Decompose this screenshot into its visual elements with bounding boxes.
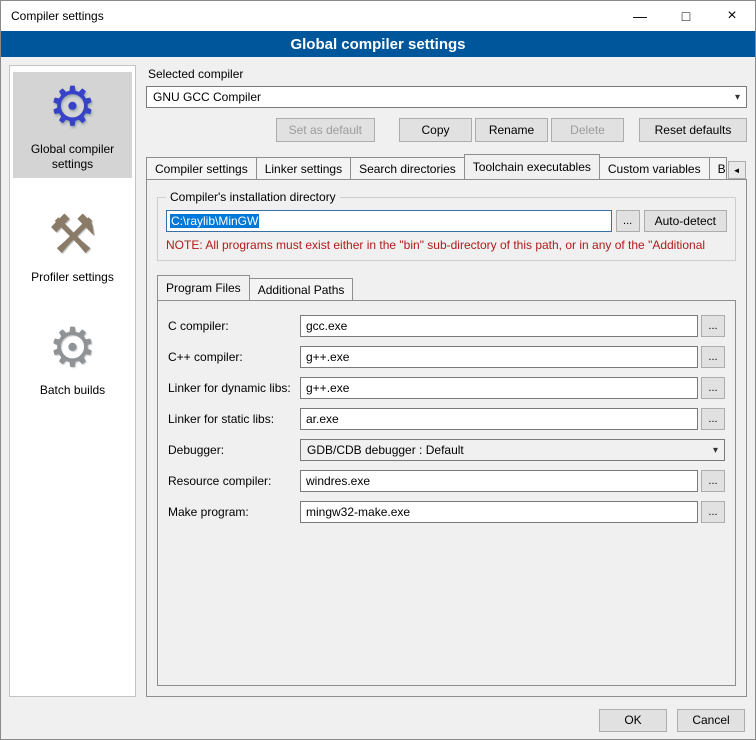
copy-button[interactable]: Copy <box>399 118 472 142</box>
selected-compiler-value: GNU GCC Compiler <box>153 90 261 104</box>
caption-buttons: — □ × <box>617 1 755 31</box>
tab-compiler-settings[interactable]: Compiler settings <box>146 157 257 179</box>
maximize-icon[interactable]: □ <box>663 1 709 31</box>
tab-linker-settings[interactable]: Linker settings <box>256 157 351 179</box>
debugger-select[interactable]: GDB/CDB debugger : Default ▾ <box>300 439 725 461</box>
cancel-button[interactable]: Cancel <box>677 709 745 732</box>
field-row-resource-compiler: Resource compiler: ... <box>168 470 725 492</box>
field-row-cpp-compiler: C++ compiler: ... <box>168 346 725 368</box>
field-row-c-compiler: C compiler: ... <box>168 315 725 337</box>
sidebar-item-label: Global compiler settings <box>15 142 130 172</box>
sidebar-item-profiler-settings[interactable]: ⚒ Profiler settings <box>13 200 132 291</box>
tab-search-directories[interactable]: Search directories <box>350 157 465 179</box>
debugger-label: Debugger: <box>168 443 300 457</box>
page-title: Global compiler settings <box>1 31 755 57</box>
debugger-value: GDB/CDB debugger : Default <box>307 443 464 457</box>
program-subtabs: Program Files Additional Paths <box>157 275 736 300</box>
installation-path-selected-text: C:\raylib\MinGW <box>170 214 259 228</box>
field-row-static-linker: Linker for static libs: ... <box>168 408 725 430</box>
make-program-label: Make program: <box>168 505 300 519</box>
sidebar-item-label: Profiler settings <box>31 270 114 285</box>
static-linker-input[interactable] <box>300 408 698 430</box>
subtab-additional-paths[interactable]: Additional Paths <box>249 278 354 300</box>
ok-button[interactable]: OK <box>599 709 667 732</box>
toolchain-executables-panel: Compiler's installation directory C:\ray… <box>146 179 747 697</box>
sidebar-item-label: Batch builds <box>40 383 105 398</box>
c-compiler-label: C compiler: <box>168 319 300 333</box>
resource-compiler-label: Resource compiler: <box>168 474 300 488</box>
static-linker-browse-button[interactable]: ... <box>701 408 725 430</box>
make-program-browse-button[interactable]: ... <box>701 501 725 523</box>
resource-compiler-browse-button[interactable]: ... <box>701 470 725 492</box>
cpp-compiler-label: C++ compiler: <box>168 350 300 364</box>
titlebar: Compiler settings — □ × <box>1 1 755 31</box>
main-area: ⚙ Global compiler settings ⚒ Profiler se… <box>1 57 755 701</box>
close-icon[interactable]: × <box>709 1 755 31</box>
rename-button[interactable]: Rename <box>475 118 548 142</box>
cpp-compiler-browse-button[interactable]: ... <box>701 346 725 368</box>
field-row-make-program: Make program: ... <box>168 501 725 523</box>
tab-custom-variables[interactable]: Custom variables <box>599 157 710 179</box>
delete-button[interactable]: Delete <box>551 118 624 142</box>
sidebar-item-global-compiler-settings[interactable]: ⚙ Global compiler settings <box>13 72 132 178</box>
sidebar-item-batch-builds[interactable]: ⚙ Batch builds <box>13 313 132 404</box>
set-as-default-button[interactable]: Set as default <box>276 118 375 142</box>
subtab-program-files[interactable]: Program Files <box>157 275 250 300</box>
tab-build-options[interactable]: Buil <box>709 157 727 179</box>
profiler-tool-icon: ⚒ <box>48 208 96 262</box>
selected-compiler-label: Selected compiler <box>148 67 747 81</box>
gear-icon: ⚙ <box>48 80 96 134</box>
browse-directory-button[interactable]: ... <box>616 210 640 232</box>
dynamic-linker-input[interactable] <box>300 377 698 399</box>
dynamic-linker-label: Linker for dynamic libs: <box>168 381 300 395</box>
c-compiler-input[interactable] <box>300 315 698 337</box>
cpp-compiler-input[interactable] <box>300 346 698 368</box>
tab-scroll-left-icon[interactable]: ◄ <box>728 161 746 179</box>
tab-scrollers: ◄ ► <box>726 161 747 179</box>
selected-compiler-select[interactable]: GNU GCC Compiler ▾ <box>146 86 747 108</box>
chevron-down-icon: ▾ <box>713 445 718 456</box>
resource-compiler-input[interactable] <box>300 470 698 492</box>
static-linker-label: Linker for static libs: <box>168 412 300 426</box>
dialog-footer: OK Cancel <box>1 701 755 739</box>
settings-tabs: Compiler settings Linker settings Search… <box>146 154 747 179</box>
field-row-debugger: Debugger: GDB/CDB debugger : Default ▾ <box>168 439 725 461</box>
reset-defaults-button[interactable]: Reset defaults <box>639 118 747 142</box>
auto-detect-button[interactable]: Auto-detect <box>644 210 727 232</box>
installation-path-input[interactable]: C:\raylib\MinGW <box>166 210 612 232</box>
program-files-panel: C compiler: ... C++ compiler: ... Linker… <box>157 300 736 686</box>
field-row-dynamic-linker: Linker for dynamic libs: ... <box>168 377 725 399</box>
installation-note: NOTE: All programs must exist either in … <box>166 238 727 252</box>
gears-icon: ⚙ <box>48 321 96 375</box>
make-program-input[interactable] <box>300 501 698 523</box>
minimize-icon[interactable]: — <box>617 1 663 31</box>
window-title: Compiler settings <box>1 9 104 23</box>
settings-sidebar: ⚙ Global compiler settings ⚒ Profiler se… <box>9 65 136 697</box>
installation-directory-legend: Compiler's installation directory <box>166 190 340 204</box>
chevron-down-icon: ▾ <box>735 92 740 103</box>
compiler-settings-dialog: Compiler settings — □ × Global compiler … <box>0 0 756 740</box>
c-compiler-browse-button[interactable]: ... <box>701 315 725 337</box>
content-column: Selected compiler GNU GCC Compiler ▾ Set… <box>146 65 747 697</box>
tab-toolchain-executables[interactable]: Toolchain executables <box>464 154 600 179</box>
dynamic-linker-browse-button[interactable]: ... <box>701 377 725 399</box>
compiler-button-row: Set as default Copy Rename Delete Reset … <box>146 118 747 142</box>
installation-directory-group: Compiler's installation directory C:\ray… <box>157 190 736 261</box>
installation-path-row: C:\raylib\MinGW ... Auto-detect <box>166 210 727 232</box>
